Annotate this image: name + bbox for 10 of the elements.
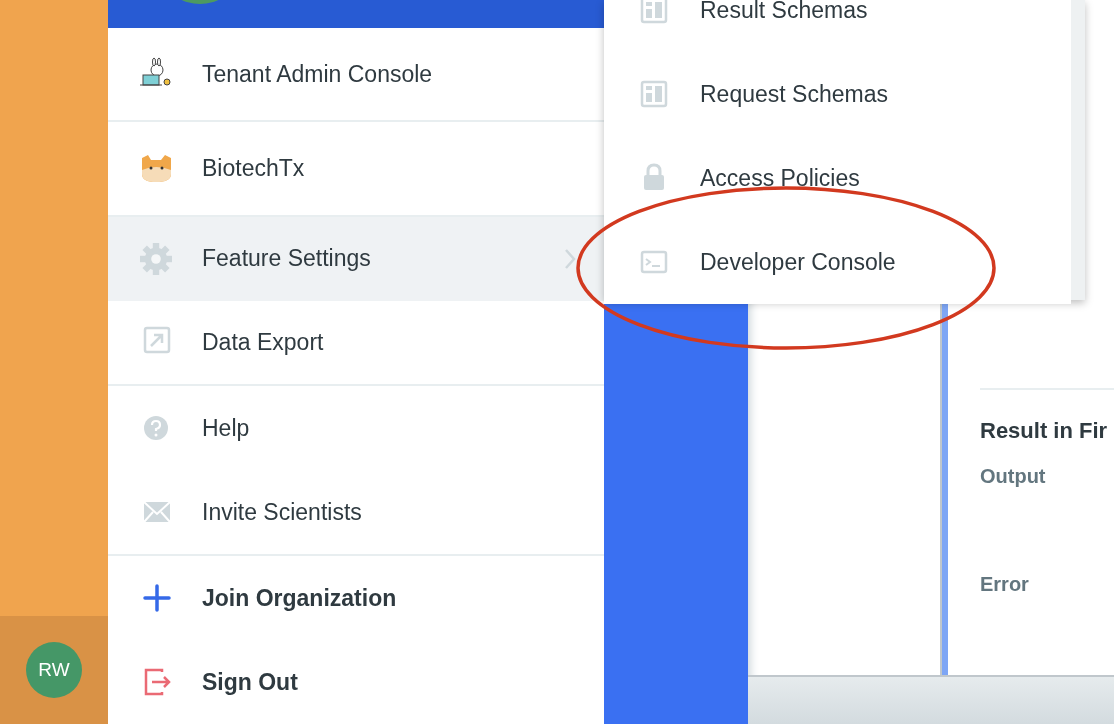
submenu-item[interactable]: Access Policies bbox=[604, 136, 1071, 220]
field-label: Output bbox=[980, 464, 1047, 489]
user-avatar[interactable]: RW bbox=[26, 642, 82, 698]
menu-item[interactable]: Feature Settings bbox=[108, 216, 604, 301]
submenu-item[interactable]: Developer Console bbox=[604, 220, 1071, 304]
section-heading: Result in Fir bbox=[980, 417, 1109, 445]
field-label: Error bbox=[980, 572, 1030, 597]
submenu-item[interactable]: Request Schemas bbox=[604, 52, 1071, 136]
settings-icon bbox=[138, 240, 174, 277]
submenu-item[interactable]: Result Schemas bbox=[604, 0, 1071, 52]
